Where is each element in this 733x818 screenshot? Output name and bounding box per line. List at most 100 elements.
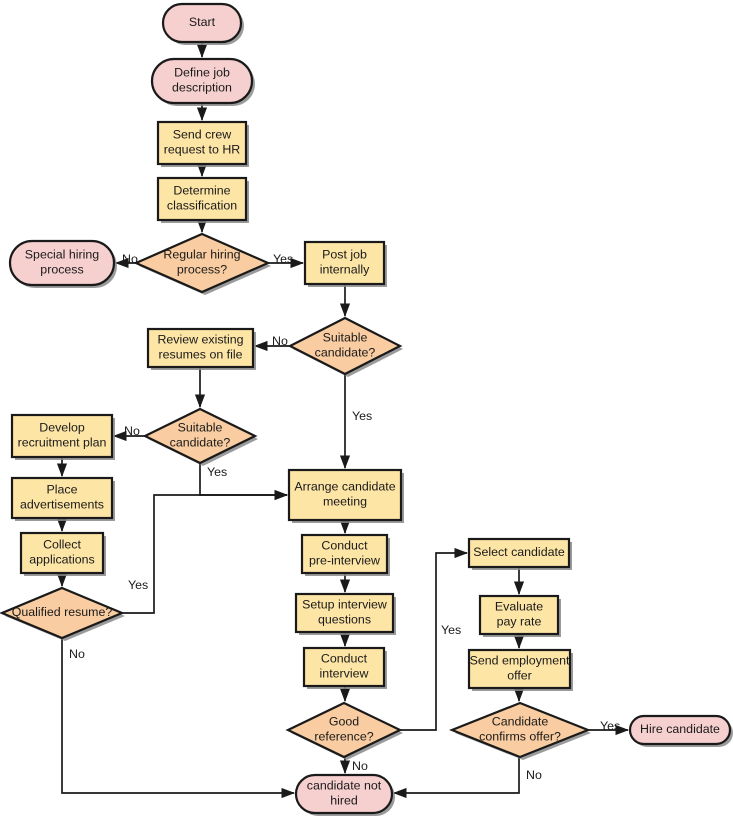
edge-path xyxy=(400,547,469,731)
node-label: Evaluate pay rate xyxy=(495,600,543,629)
node-label-line: reference? xyxy=(314,730,373,744)
node-collect_apps[interactable]: Collect applications xyxy=(19,531,106,576)
edge-confirms_offer-to-not_hired: No xyxy=(392,757,542,799)
node-send_offer[interactable]: Send employment offer xyxy=(467,648,573,691)
node-label-line: recruitment plan xyxy=(18,436,107,450)
node-label-line: internally xyxy=(320,263,370,277)
node-label-line: advertisements xyxy=(20,498,104,512)
node-determine_class[interactable]: Determine classification xyxy=(156,176,249,223)
node-post_job[interactable]: Post job internally xyxy=(303,240,387,287)
node-label: Start xyxy=(189,15,216,29)
node-label: Hire candidate xyxy=(640,722,720,736)
node-label-line: Arrange candidate xyxy=(294,480,395,494)
node-qualified_resume[interactable]: Qualified resume? xyxy=(0,586,125,641)
edge-label: Yes xyxy=(441,623,461,637)
node-label-line: Special hiring xyxy=(25,248,99,262)
edge-good_reference-to-not_hired: No xyxy=(339,757,368,775)
node-label-line: Conduct xyxy=(321,539,368,553)
node-start[interactable]: Start xyxy=(161,2,244,45)
node-review_resumes[interactable]: Review existing resumes on file xyxy=(146,327,256,370)
edge-label: No xyxy=(352,759,368,773)
edge-label: Yes xyxy=(600,719,620,733)
node-suitable_2[interactable]: Suitable candidate? xyxy=(142,407,258,466)
edge-label: Yes xyxy=(128,578,148,592)
node-special_hiring[interactable]: Special hiring process xyxy=(8,239,117,288)
node-confirms_offer[interactable]: Candidate confirms offer? xyxy=(449,701,591,760)
node-label: Conduct interview xyxy=(320,652,369,681)
node-arrange_meeting[interactable]: Arrange candidate meeting xyxy=(287,468,404,523)
node-label-line: Start xyxy=(189,15,216,29)
edge-suitable_1-to-review_resumes: No xyxy=(253,334,290,352)
node-good_reference[interactable]: Good reference? xyxy=(285,701,403,760)
node-conduct_pre[interactable]: Conduct pre-interview xyxy=(300,533,390,576)
node-send_crew[interactable]: Send crew request to HR xyxy=(156,120,249,167)
node-label-line: Define job xyxy=(174,66,230,80)
node-label-line: Hire candidate xyxy=(640,722,720,736)
node-label-line: Place xyxy=(47,483,78,497)
node-label-line: resumes on file xyxy=(158,348,242,362)
node-conduct_int[interactable]: Conduct interview xyxy=(302,646,387,689)
edge-label: Yes xyxy=(352,409,372,423)
edge-label: Yes xyxy=(207,465,227,479)
node-label: Define job description xyxy=(172,66,232,95)
node-label-line: candidate not xyxy=(307,779,382,793)
edge-label: No xyxy=(526,768,542,782)
node-label-line: meeting xyxy=(323,495,367,509)
edge-path xyxy=(61,638,296,799)
node-label-line: Good xyxy=(329,715,359,729)
node-label-line: Send crew xyxy=(173,128,232,142)
node-label-line: Evaluate xyxy=(495,600,543,614)
node-label: Send crew request to HR xyxy=(164,128,240,157)
node-suitable_1[interactable]: Suitable candidate? xyxy=(287,316,403,377)
node-label-line: hired xyxy=(330,794,358,808)
node-label-line: Develop xyxy=(39,421,85,435)
node-label-line: Regular hiring xyxy=(163,248,240,262)
node-develop_plan[interactable]: Develop recruitment plan xyxy=(10,413,115,460)
node-label: Qualified resume? xyxy=(12,605,113,619)
node-label: Suitable candidate? xyxy=(170,421,231,450)
node-hire_candidate[interactable]: Hire candidate xyxy=(628,714,733,747)
flowchart-svg: No Yes No Yes No Yes Yes No Yes No Yes No Start Defi… xyxy=(0,2,733,816)
node-not_hired[interactable]: candidate not hired xyxy=(294,773,395,816)
node-label-line: candidate? xyxy=(315,346,376,360)
edge-good_reference-to-select_candidate: Yes xyxy=(400,547,469,731)
node-label-line: interview xyxy=(320,667,369,681)
node-label-line: process? xyxy=(177,263,227,277)
node-label: Determine classification xyxy=(167,184,237,213)
node-regular_hiring[interactable]: Regular hiring process? xyxy=(133,232,271,295)
edge-qualified_resume-to-arrange_meeting: Yes xyxy=(122,489,289,614)
edge-label: No xyxy=(272,334,288,348)
node-evaluate_pay[interactable]: Evaluate pay rate xyxy=(478,594,561,637)
node-label-line: Candidate xyxy=(492,715,549,729)
node-label-line: Send employment xyxy=(470,654,570,668)
edge-suitable_1-to-arrange_meeting: Yes xyxy=(339,374,372,470)
node-select_candidate[interactable]: Select candidate xyxy=(467,537,572,570)
node-label-line: request to HR xyxy=(164,143,240,157)
node-label: Suitable candidate? xyxy=(315,331,376,360)
edge-label: Yes xyxy=(273,252,293,266)
node-label-line: pre-interview xyxy=(309,554,380,568)
node-label-line: Qualified resume? xyxy=(12,605,113,619)
edge-suitable_2-to-develop_plan: No xyxy=(112,424,145,442)
node-label: Post job internally xyxy=(320,248,370,277)
edge-label: No xyxy=(124,424,140,438)
node-label: Review existing resumes on file xyxy=(157,333,243,362)
edge-regular_hiring-to-post_job: Yes xyxy=(268,252,305,269)
edge-label: No xyxy=(69,647,85,661)
node-label-line: Collect xyxy=(43,538,81,552)
node-label-line: Select candidate xyxy=(473,545,565,559)
node-label-line: Setup interview xyxy=(302,598,387,612)
node-label-line: Suitable xyxy=(178,421,223,435)
node-place_ads[interactable]: Place advertisements xyxy=(10,476,115,521)
node-label-line: Review existing xyxy=(157,333,243,347)
edge-suitable_2-to-arrange_meeting: Yes xyxy=(199,463,289,501)
node-setup_questions[interactable]: Setup interview questions xyxy=(294,592,396,635)
node-label-line: Suitable xyxy=(323,331,368,345)
node-label-line: offer xyxy=(507,669,532,683)
edge-path xyxy=(392,757,520,799)
edge-confirms_offer-to-hire_candidate: Yes xyxy=(588,719,630,736)
node-label-line: candidate? xyxy=(170,436,231,450)
node-define_job[interactable]: Define job description xyxy=(150,57,255,106)
edge-regular_hiring-to-special_hiring: No xyxy=(114,252,138,269)
node-label-line: confirms offer? xyxy=(479,730,561,744)
